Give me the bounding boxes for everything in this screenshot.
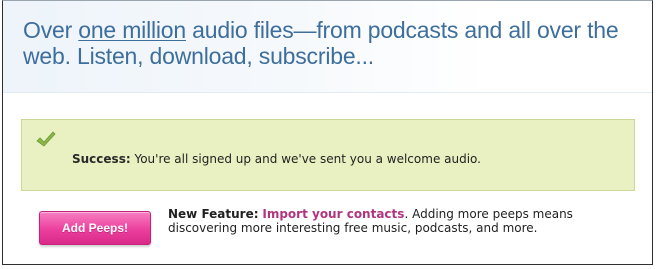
checkmark-icon (36, 131, 56, 149)
one-million-link[interactable]: one million (78, 17, 186, 43)
hero-banner: Over one million audio files—from podcas… (3, 1, 652, 93)
new-feature-label: New Feature: (168, 207, 259, 221)
hero-headline: Over one million audio files—from podcas… (23, 17, 652, 69)
success-message: You're all signed up and we've sent you … (130, 152, 481, 166)
success-label: Success: (72, 152, 131, 166)
hero-lead: Over (23, 17, 79, 43)
page-frame: Over one million audio files—from podcas… (2, 0, 653, 265)
import-contacts-link[interactable]: Import your contacts (262, 207, 404, 221)
feature-description: New Feature: Import your contacts. Addin… (168, 207, 638, 235)
success-message-box: Success: You're all signed up and we've … (21, 119, 635, 191)
new-feature-section: Add Peeps! New Feature: Import your cont… (21, 207, 641, 261)
add-peeps-button[interactable]: Add Peeps! (39, 211, 151, 245)
success-text: Success: You're all signed up and we've … (72, 151, 481, 167)
